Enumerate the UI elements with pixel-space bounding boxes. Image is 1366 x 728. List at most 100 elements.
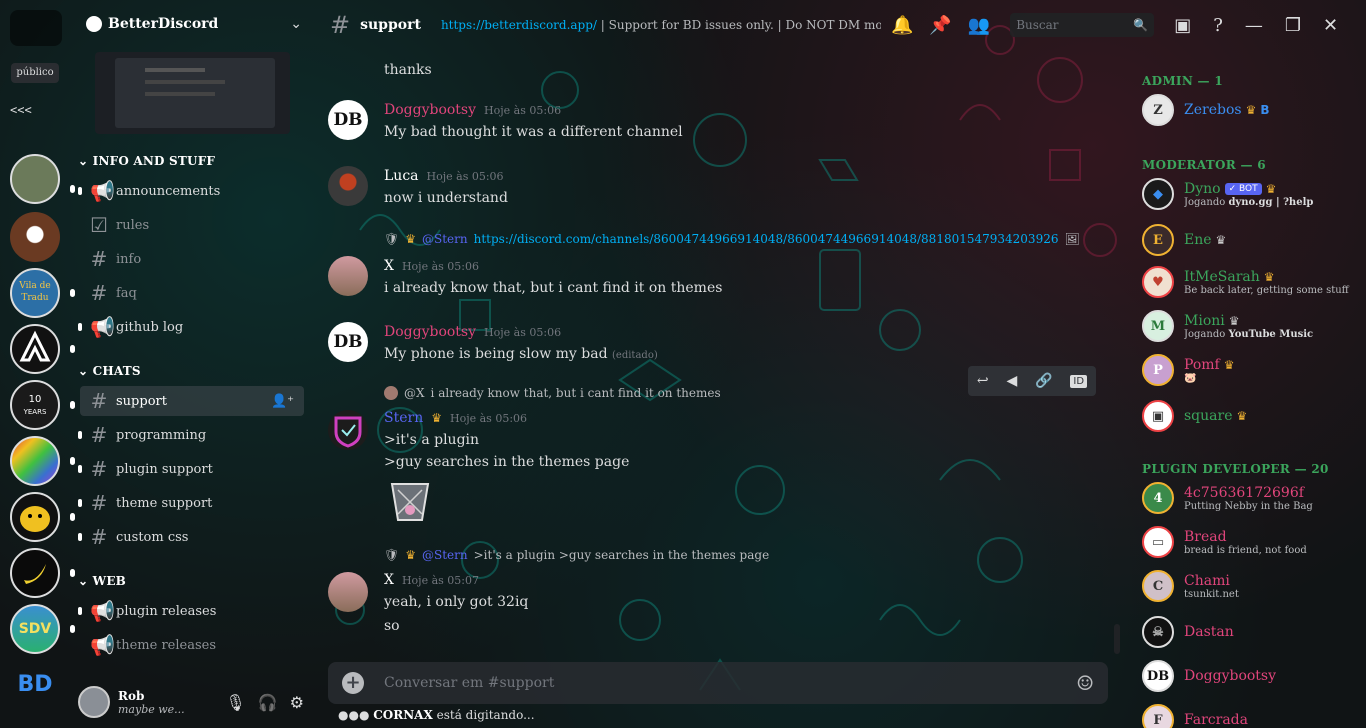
message-body: >it's a plugin [384, 432, 480, 448]
invite-member-icon[interactable]: 👤⁺ [271, 394, 294, 409]
category-web[interactable]: ⌄ WEB [78, 574, 126, 588]
author-name[interactable]: Luca [384, 168, 419, 184]
message-body: My phone is being slow my bad (editado) [384, 346, 658, 362]
reply-mention[interactable]: @Stern [422, 548, 468, 562]
channel-support[interactable]: # support 👤⁺ [80, 386, 304, 416]
channel-plugin-releases[interactable]: 📢 plugin releases [78, 596, 304, 626]
home-button[interactable] [10, 10, 62, 46]
server-icon-vila-tradu[interactable]: Vila de Tradu [10, 268, 60, 318]
member-4c75636172696f[interactable]: 4 4c75636172696f Putting Nebby in the Ba… [1142, 478, 1362, 518]
server-icon-10-years[interactable]: 10 YEARS [10, 380, 60, 430]
emoji-picker-icon[interactable]: ☺ [1076, 671, 1094, 695]
scrollbar[interactable] [1114, 624, 1120, 654]
member-activity: dyno.gg | ?help [1228, 196, 1314, 208]
channel-plugin-support[interactable]: # plugin support [78, 454, 304, 484]
author-avatar[interactable]: DB [328, 100, 368, 140]
author-name[interactable]: Stern [384, 410, 423, 426]
channel-announcements[interactable]: 📢 announcements [78, 176, 304, 206]
reply-preview[interactable]: 🛡 ♛ @Stern >it's a plugin >guy searches i… [384, 548, 769, 562]
channel-custom-css[interactable]: # custom css [78, 522, 304, 552]
server-icon-sdv[interactable]: SDV [10, 604, 60, 654]
channel-topic[interactable]: https://betterdiscord.app/ | Support for… [441, 18, 881, 32]
member-ene[interactable]: E Ene ♛ [1142, 220, 1362, 260]
author-avatar[interactable] [328, 166, 368, 206]
minimize-icon[interactable]: — [1245, 15, 1263, 36]
attach-plus-button[interactable]: + [342, 672, 364, 694]
member-list-icon[interactable]: 👥 [968, 15, 990, 36]
copy-link-icon[interactable]: 🔗 [1035, 373, 1052, 389]
tag-icon[interactable]: ◀ [1007, 373, 1018, 389]
channel-label: support [116, 393, 167, 409]
channel-faq[interactable]: # faq [80, 278, 304, 308]
server-icon-arch[interactable] [10, 324, 60, 374]
member-pomf[interactable]: P Pomf ♛ 🐷 [1142, 350, 1362, 390]
author-avatar[interactable]: DB [328, 322, 368, 362]
reply-mention[interactable]: @Stern [422, 232, 468, 246]
reply-icon[interactable]: ↩ [977, 373, 989, 389]
member-square[interactable]: ▣ square ♛ [1142, 396, 1362, 436]
guild-header[interactable]: BetterDiscord ⌄ [86, 12, 302, 36]
channel-theme-support[interactable]: # theme support [78, 488, 304, 518]
crown-icon: ♛ [1245, 103, 1257, 117]
server-icon-banana[interactable] [10, 548, 60, 598]
settings-gear-icon[interactable]: ⚙ [290, 693, 304, 712]
channel-info[interactable]: # info [80, 244, 304, 274]
category-info-and-stuff[interactable]: ⌄ INFO AND STUFF [78, 154, 215, 168]
server-icon-flower[interactable] [10, 212, 60, 262]
author-name[interactable]: X [384, 572, 394, 588]
close-icon[interactable]: ✕ [1323, 15, 1338, 36]
reply-preview[interactable]: @X i already know that, but i cant find … [384, 386, 721, 400]
message-input[interactable] [384, 675, 1044, 691]
channel-github-log[interactable]: 📢 github log [78, 312, 304, 342]
inbox-icon[interactable]: ▣ [1174, 15, 1191, 36]
member-doggybootsy[interactable]: DB Doggybootsy [1142, 656, 1362, 696]
channel-theme-releases[interactable]: 📢 theme releases [80, 630, 304, 660]
author-avatar[interactable] [328, 256, 368, 296]
author-avatar[interactable] [328, 572, 368, 612]
crown-icon: ♛ [405, 548, 416, 562]
server-icon-bird[interactable] [10, 492, 60, 542]
author-avatar[interactable] [328, 410, 368, 450]
search-input[interactable]: Buscar [1016, 18, 1058, 32]
category-chats[interactable]: ⌄ CHATS [78, 364, 141, 378]
user-avatar[interactable] [78, 686, 110, 718]
trash-can-emoji[interactable] [386, 476, 434, 524]
betterdiscord-icon[interactable]: BD [10, 662, 60, 712]
timestamp: Hoje às 05:06 [449, 412, 528, 425]
member-farcrada[interactable]: F Farcrada [1142, 700, 1362, 728]
author-name[interactable]: Doggybootsy [384, 324, 476, 340]
member-bread[interactable]: ▭ Bread bread is friend, not food [1142, 522, 1362, 562]
member-avatar: ▭ [1142, 526, 1174, 558]
server-icon-plug[interactable] [10, 436, 60, 486]
member-zerebos[interactable]: Z Zerebos ♛ B [1142, 90, 1362, 130]
member-chami[interactable]: C Chami tsunkit.net [1142, 566, 1362, 606]
reply-link[interactable]: https://discord.com/channels/86004744966… [474, 232, 1059, 246]
server-icon-landscape[interactable] [10, 154, 60, 204]
topic-link[interactable]: https://betterdiscord.app/ [441, 18, 597, 32]
member-dastan[interactable]: ☠ Dastan [1142, 612, 1362, 652]
crown-icon: ♛ [1228, 313, 1240, 328]
author-name[interactable]: Doggybootsy [384, 102, 476, 118]
message-body: i already know that, but i cant find it … [384, 280, 723, 296]
pinned-messages-icon[interactable]: 📌 [929, 15, 951, 36]
microphone-icon[interactable]: 🎙 [225, 693, 245, 712]
member-dyno[interactable]: ◆ Dyno ✓ BOT ♛ Jogando dyno.gg | ?help [1142, 174, 1362, 214]
collapse-sidebar-button[interactable]: <<< [10, 103, 40, 127]
headphones-icon[interactable]: 🎧 [258, 693, 278, 712]
timestamp: Hoje às 05:07 [401, 574, 480, 587]
copy-id-icon[interactable]: ID [1070, 374, 1088, 388]
message-body: yeah, i only got 32iq [384, 594, 529, 610]
reply-mention[interactable]: @X [404, 386, 425, 400]
notification-bell-icon[interactable]: 🔔 [891, 15, 913, 36]
channel-rules[interactable]: ☑ rules [80, 210, 304, 240]
member-itmesarah[interactable]: ♥ ItMeSarah ♛ Be back later, getting some… [1142, 262, 1362, 302]
activity-prefix: Jogando [1184, 328, 1229, 340]
help-icon[interactable]: ? [1213, 15, 1223, 36]
reply-preview[interactable]: 🛡 ♛ @Stern https://discord.com/channels/8… [384, 232, 1080, 246]
maximize-icon[interactable]: ❐ [1285, 15, 1301, 36]
member-mioni[interactable]: M Mioni ♛ Jogando YouTube Music [1142, 306, 1362, 346]
member-activity-emoji: 🐷 [1184, 372, 1197, 384]
author-name[interactable]: X [384, 258, 394, 274]
search-box[interactable]: Buscar 🔍 [1010, 13, 1155, 37]
channel-programming[interactable]: # programming [78, 420, 304, 450]
